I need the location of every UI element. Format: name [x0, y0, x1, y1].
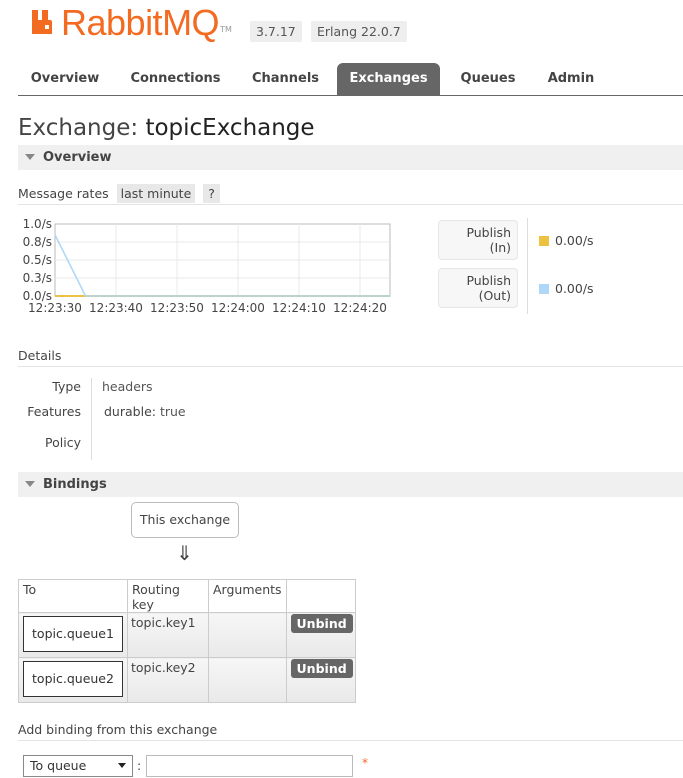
unbind-button[interactable]: Unbind	[290, 614, 353, 633]
tab-exchanges[interactable]: Exchanges	[337, 63, 440, 95]
publish-in-value: 0.00/s	[555, 233, 594, 248]
publish-out-swatch	[539, 284, 549, 294]
routing-key: topic.key2	[131, 660, 196, 675]
action-cell: Unbind	[285, 657, 356, 703]
rabbitmq-logo-icon	[30, 8, 58, 36]
add-binding-heading: Add binding from this exchange	[18, 722, 218, 737]
column-header: To	[18, 579, 128, 613]
bindings-table: To Routing key Arguments topic.queue1 to…	[18, 579, 356, 703]
publish-out-label-2: (Out)	[478, 288, 511, 303]
tab-overview[interactable]: Overview	[18, 63, 112, 95]
collapse-triangle-icon	[25, 481, 35, 487]
exchange-name: topicExchange	[145, 115, 315, 141]
brand-name: RabbitMQ	[61, 2, 220, 43]
bindings-table-header: To Routing key Arguments	[18, 579, 356, 613]
message-rates-header: Message rates last minute ?	[18, 184, 683, 205]
column-header: Routing key	[127, 579, 209, 613]
y-tick-label: 1.0/s	[23, 217, 52, 231]
routing-key-cell: topic.key1	[127, 612, 209, 658]
help-button[interactable]: ?	[203, 184, 220, 203]
dropdown-caret-icon	[118, 763, 126, 768]
publish-in-label-1: Publish	[466, 225, 511, 240]
x-tick-label: 12:23:30	[28, 301, 82, 314]
x-tick-label: 12:24:20	[333, 301, 387, 314]
arguments-cell	[208, 612, 287, 658]
main-nav: Overview Connections Channels Exchanges …	[18, 63, 683, 96]
message-rates-label: Message rates	[18, 186, 109, 201]
publish-in-swatch	[539, 236, 549, 246]
destination-name-input[interactable]	[146, 755, 353, 777]
y-tick-label: 0.5/s	[23, 253, 52, 267]
durable-value: true	[159, 404, 186, 419]
unbind-button[interactable]: Unbind	[290, 659, 353, 678]
required-marker: *	[362, 756, 368, 770]
rates-divider	[527, 218, 528, 314]
x-tick-label: 12:23:40	[89, 301, 143, 314]
rate-range-selector[interactable]: last minute	[116, 184, 196, 203]
overview-heading: Overview	[43, 150, 112, 165]
to-cell: topic.queue1	[18, 612, 128, 658]
features-value: durable: true	[104, 404, 186, 419]
publish-out-legend: Publish (Out)	[438, 268, 518, 308]
y-tick-label: 0.3/s	[23, 271, 52, 285]
bindings-section-toggle[interactable]: Bindings	[18, 472, 683, 497]
y-tick-label: 0.8/s	[23, 235, 52, 249]
column-header	[285, 579, 356, 613]
page-title-prefix: Exchange:	[18, 115, 139, 141]
publish-in-label-2: (In)	[489, 240, 511, 255]
details-divider	[91, 378, 92, 460]
tab-connections[interactable]: Connections	[120, 63, 231, 95]
tab-queues[interactable]: Queues	[448, 63, 528, 95]
routing-key-cell: topic.key2	[127, 657, 209, 703]
features-label: Features	[27, 404, 81, 419]
publish-out-value: 0.00/s	[555, 281, 594, 296]
routing-key: topic.key1	[131, 615, 196, 630]
colon-separator: :	[137, 758, 142, 773]
this-exchange-box: This exchange	[131, 502, 239, 538]
publish-in-rate: 0.00/s	[539, 233, 594, 248]
publish-out-rate: 0.00/s	[539, 281, 594, 296]
trademark: TM	[220, 25, 232, 34]
rabbitmq-logo: RabbitMQ TM	[30, 2, 232, 43]
type-label: Type	[52, 379, 81, 394]
page-title: Exchange: topicExchange	[18, 115, 315, 141]
publish-in-legend: Publish (In)	[438, 220, 518, 260]
overview-section-toggle[interactable]: Overview	[18, 145, 683, 170]
message-rates-chart: 1.0/s 0.8/s 0.5/s 0.3/s 0.0/s 12:23:30 12:23:4…	[0, 214, 420, 314]
bindings-heading: Bindings	[43, 477, 107, 492]
type-value: headers	[102, 379, 153, 394]
down-double-arrow-icon: ⇓	[176, 541, 193, 565]
durable-key: durable:	[104, 404, 156, 419]
x-tick-label: 12:23:50	[150, 301, 204, 314]
destination-type-value: To queue	[30, 758, 87, 773]
rabbitmq-version-badge: 3.7.17	[250, 21, 302, 42]
destination-type-select[interactable]: To queue	[23, 755, 133, 777]
column-header: Arguments	[208, 579, 287, 613]
tab-admin[interactable]: Admin	[536, 63, 606, 95]
add-binding-header: Add binding from this exchange	[18, 722, 683, 741]
x-tick-label: 12:24:10	[272, 301, 326, 314]
details-heading: Details	[18, 348, 62, 363]
x-tick-label: 12:24:00	[211, 301, 265, 314]
queue-link[interactable]: topic.queue1	[23, 616, 123, 652]
queue-link[interactable]: topic.queue2	[23, 661, 123, 697]
arguments-cell	[208, 657, 287, 703]
policy-label: Policy	[45, 435, 81, 450]
erlang-version-badge: Erlang 22.0.7	[311, 21, 407, 42]
details-header: Details	[18, 348, 683, 367]
chart-svg: 1.0/s0.8/s0.5/s0.3/s0.0/s12:23:30 12:23:4…	[23, 217, 391, 314]
table-row: topic.queue2 topic.key2 Unbind	[18, 657, 356, 703]
tab-channels[interactable]: Channels	[240, 63, 331, 95]
collapse-triangle-icon	[25, 154, 35, 160]
action-cell: Unbind	[285, 612, 356, 658]
publish-out-label-1: Publish	[466, 273, 511, 288]
to-cell: topic.queue2	[18, 657, 128, 703]
table-row: topic.queue1 topic.key1 Unbind	[18, 612, 356, 658]
